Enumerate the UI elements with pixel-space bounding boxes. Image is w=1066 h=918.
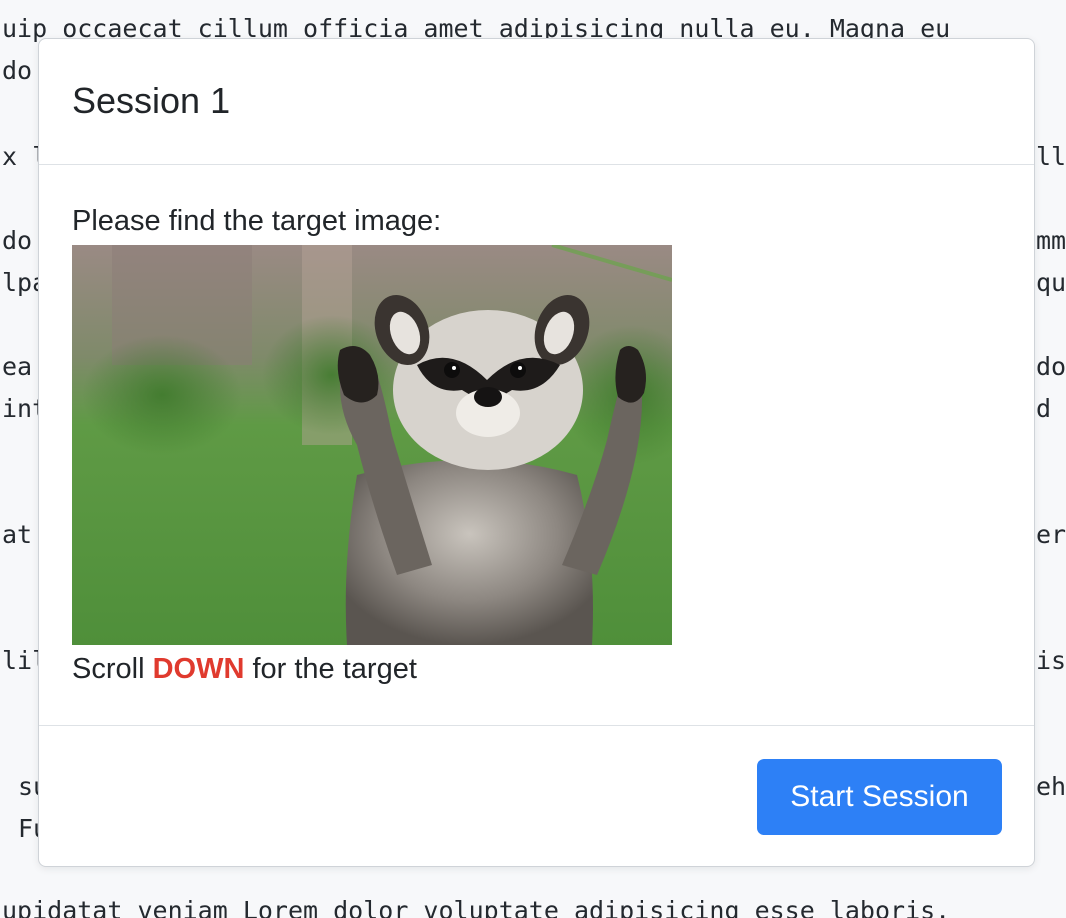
background-text-line: do <box>1036 352 1066 381</box>
background-text-line: do <box>2 226 33 255</box>
modal-header: Session 1 <box>39 39 1034 165</box>
scroll-direction-emphasis: DOWN <box>152 653 245 685</box>
background-text-line: upidatat veniam Lorem dolor voluptate ad… <box>2 896 951 918</box>
background-text-line: mme <box>1036 226 1066 255</box>
modal-footer: Start Session <box>39 725 1034 866</box>
background-text-line: ehe <box>1036 772 1066 801</box>
target-image <box>72 245 672 645</box>
modal-title: Session 1 <box>72 80 231 121</box>
background-text-line: ll <box>1036 142 1066 171</box>
scroll-hint-prefix: Scroll <box>72 653 153 685</box>
scroll-hint-suffix: for the target <box>244 653 417 685</box>
modal-body: Please find the target image: Scroll DOW… <box>72 205 1002 684</box>
background-text-line: is <box>1036 646 1066 675</box>
session-modal: Session 1 Please find the target image: <box>38 38 1035 867</box>
start-session-button[interactable]: Start Session <box>757 759 1002 835</box>
scroll-hint: Scroll DOWN for the target <box>72 655 417 684</box>
background-text-line: at <box>2 520 33 549</box>
background-text-line: do <box>2 56 33 85</box>
background-text-line: d c <box>1036 394 1052 423</box>
background-text-line: qu <box>1036 268 1066 297</box>
background-text-line: ea <box>2 352 33 381</box>
target-prompt: Please find the target image: <box>72 205 442 237</box>
background-text-line: er <box>1036 520 1066 549</box>
